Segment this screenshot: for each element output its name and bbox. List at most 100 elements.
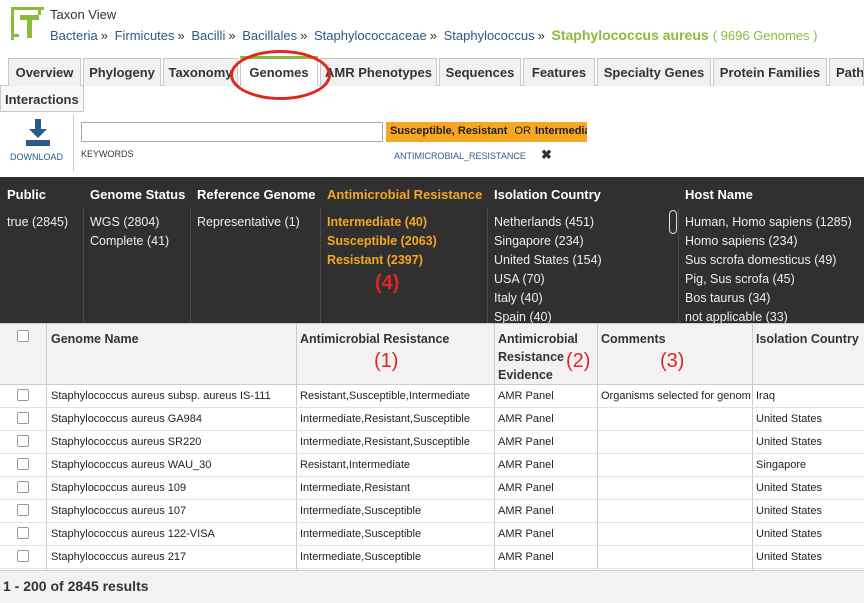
row-checkbox[interactable] <box>17 481 29 493</box>
col-genome-name[interactable]: Genome Name <box>51 330 139 348</box>
facet-header-isolation-country[interactable]: Isolation Country <box>494 187 601 202</box>
facet-item[interactable]: true (2845) <box>7 215 68 229</box>
table-row[interactable]: Staphylococcus aureus 217 Intermediate,Su… <box>0 546 864 569</box>
cell-amr-evidence: AMR Panel <box>498 436 554 448</box>
cell-amr-evidence: AMR Panel <box>498 459 554 471</box>
table-row[interactable]: Staphylococcus aureus 122-VISA Intermedia… <box>0 523 864 546</box>
annotation-4: (4) <box>375 272 400 294</box>
cell-isolation-country: United States <box>756 436 823 448</box>
cell-genome-name: Staphylococcus aureus 109 <box>51 482 187 494</box>
facet-item[interactable]: USA (70) <box>494 272 545 286</box>
row-checkbox[interactable] <box>17 527 29 539</box>
cell-isolation-country: United States <box>756 505 823 517</box>
row-checkbox[interactable] <box>17 435 29 447</box>
keywords-label: KEYWORDS <box>81 149 134 159</box>
tab-specialty-genes[interactable]: Specialty Genes <box>597 58 711 86</box>
facet-item[interactable]: Representative (1) <box>197 215 300 229</box>
facet-item[interactable]: Spain (40) <box>494 310 552 323</box>
facet-item[interactable]: Singapore (234) <box>494 234 584 248</box>
table-row[interactable]: Staphylococcus aureus WAU_30 Resistant,In… <box>0 454 864 477</box>
facet-item-selected[interactable]: Resistant (2397) <box>327 253 423 267</box>
table-row[interactable]: Staphylococcus aureus subsp. aureus IS-1… <box>0 385 864 408</box>
table-row[interactable]: Staphylococcus aureus 109 Intermediate,Re… <box>0 477 864 500</box>
cell-amr-evidence: AMR Panel <box>498 390 554 402</box>
facet-item[interactable]: Complete (41) <box>90 234 169 248</box>
download-button[interactable]: DOWNLOAD <box>10 152 63 162</box>
facet-header-host-name[interactable]: Host Name <box>685 187 753 202</box>
col-amr[interactable]: Antimicrobial Resistance <box>300 330 449 348</box>
select-all-checkbox[interactable] <box>17 330 29 342</box>
breadcrumb-current: Staphylococcus aureus <box>551 27 709 43</box>
tab-interactions[interactable]: Interactions <box>0 86 84 112</box>
cell-genome-name: Staphylococcus aureus 107 <box>51 505 187 517</box>
cell-amr: Resistant,Susceptible,Intermediate <box>300 390 470 402</box>
facet-item[interactable]: Netherlands (451) <box>494 215 594 229</box>
cell-isolation-country: United States <box>756 528 823 540</box>
row-checkbox[interactable] <box>17 550 29 562</box>
keywords-input[interactable] <box>81 122 383 142</box>
facet-item[interactable]: Homo sapiens (234) <box>685 234 798 248</box>
tab-sequences[interactable]: Sequences <box>439 58 521 86</box>
cell-genome-name: Staphylococcus aureus WAU_30 <box>51 459 212 471</box>
cell-amr-evidence: AMR Panel <box>498 505 554 517</box>
col-isolation-country[interactable]: Isolation Country <box>756 330 859 348</box>
row-checkbox[interactable] <box>17 504 29 516</box>
tab-protein-families[interactable]: Protein Families <box>713 58 827 86</box>
facet-item[interactable]: not applicable (33) <box>685 310 788 323</box>
cell-isolation-country: Singapore <box>756 459 807 471</box>
facet-header-public[interactable]: Public <box>7 187 46 202</box>
tab-taxonomy[interactable]: Taxonomy <box>163 58 238 86</box>
filter-field-label: ANTIMICROBIAL_RESISTANCE <box>394 151 526 161</box>
facet-panel: Public true (2845) Genome Status WGS (28… <box>0 177 864 323</box>
cell-amr: Intermediate,Resistant,Susceptible <box>300 436 470 448</box>
breadcrumb-link[interactable]: Firmicutes <box>115 28 175 43</box>
cell-amr-evidence: AMR Panel <box>498 482 554 494</box>
tab-features[interactable]: Features <box>523 58 595 86</box>
facet-item[interactable]: Italy (40) <box>494 291 543 305</box>
tab-overview[interactable]: Overview <box>8 58 81 86</box>
cell-amr-evidence: AMR Panel <box>498 413 554 425</box>
breadcrumb-link[interactable]: Bacteria <box>50 28 98 43</box>
facet-item[interactable]: United States (154) <box>494 253 602 267</box>
facet-item-selected[interactable]: Intermediate (40) <box>327 215 427 229</box>
col-comments[interactable]: Comments <box>601 330 666 348</box>
genome-count: ( 9696 Genomes ) <box>712 28 818 43</box>
cell-amr: Intermediate,Susceptible <box>300 505 422 517</box>
cell-genome-name: Staphylococcus aureus 217 <box>51 551 187 563</box>
row-checkbox[interactable] <box>17 412 29 424</box>
cell-isolation-country: Iraq <box>756 390 775 402</box>
highlight-circle <box>230 50 331 100</box>
tab-phylogeny[interactable]: Phylogeny <box>83 58 161 86</box>
facet-item[interactable]: Sus scrofa domesticus (49) <box>685 253 836 267</box>
facet-item[interactable]: WGS (2804) <box>90 215 159 229</box>
facet-item[interactable]: Bos taurus (34) <box>685 291 770 305</box>
row-checkbox[interactable] <box>17 458 29 470</box>
active-filter-chip[interactable]: Susceptible, Resistant OR Intermedia <box>386 122 587 142</box>
facet-header-reference-genome[interactable]: Reference Genome <box>197 187 316 202</box>
cell-isolation-country: United States <box>756 551 823 563</box>
table-row[interactable]: Staphylococcus aureus GA984 Intermediate,… <box>0 408 864 431</box>
facet-header-genome-status[interactable]: Genome Status <box>90 187 185 202</box>
cell-isolation-country: United States <box>756 413 823 425</box>
cell-genome-name: Staphylococcus aureus SR220 <box>51 436 202 448</box>
breadcrumb-link[interactable]: Staphylococcus <box>444 28 535 43</box>
tab-pathways[interactable]: Pathw <box>829 58 864 86</box>
cell-amr: Resistant,Intermediate <box>300 459 411 471</box>
table-row[interactable]: Staphylococcus aureus 107 Intermediate,Su… <box>0 500 864 523</box>
breadcrumb-link[interactable]: Bacillales <box>242 28 297 43</box>
cell-genome-name: Staphylococcus aureus 122-VISA <box>51 528 215 540</box>
facet-header-amr[interactable]: Antimicrobial Resistance <box>327 187 482 202</box>
facet-item-selected[interactable]: Susceptible (2063) <box>327 234 437 248</box>
table-row[interactable]: Staphylococcus aureus SR220 Intermediate,… <box>0 431 864 454</box>
row-checkbox[interactable] <box>17 389 29 401</box>
cell-isolation-country: United States <box>756 482 823 494</box>
facet-scrollbar[interactable] <box>669 210 677 234</box>
facet-item[interactable]: Human, Homo sapiens (1285) <box>685 215 852 229</box>
tab-amr-phenotypes[interactable]: AMR Phenotypes <box>320 58 437 86</box>
download-icon[interactable] <box>24 118 52 148</box>
results-count: 1 - 200 of 2845 results <box>0 570 864 603</box>
facet-item[interactable]: Pig, Sus scrofa (45) <box>685 272 795 286</box>
remove-filter-icon[interactable]: ✖ <box>541 147 552 163</box>
breadcrumb-link[interactable]: Bacilli <box>191 28 225 43</box>
breadcrumb-link[interactable]: Staphylococcaceae <box>314 28 427 43</box>
